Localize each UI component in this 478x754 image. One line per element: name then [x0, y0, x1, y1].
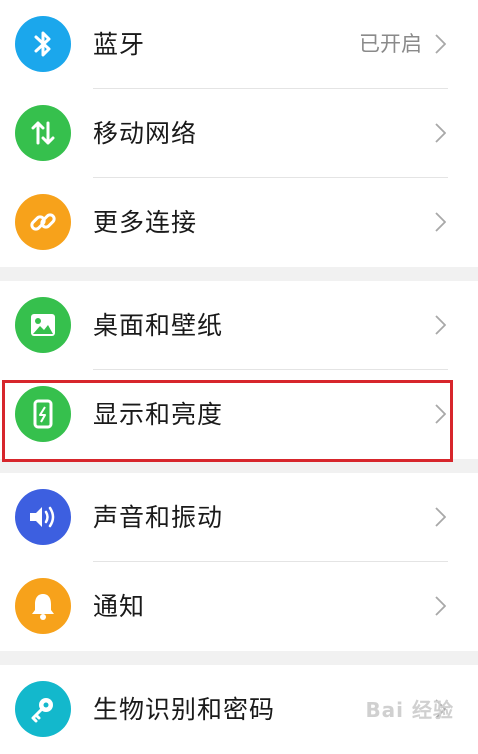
settings-item-label: 桌面和壁纸	[93, 311, 224, 340]
settings-item-wallpaper[interactable]: 桌面和壁纸	[0, 281, 478, 370]
settings-item-sound-vibration[interactable]: 声音和振动	[0, 473, 478, 562]
group-spacer	[0, 459, 478, 473]
settings-item-label: 通知	[93, 592, 146, 621]
group-spacer	[0, 267, 478, 281]
settings-item-more-connections[interactable]: 更多连接	[0, 178, 478, 267]
settings-item-notifications[interactable]: 通知	[0, 562, 478, 651]
settings-group-display: 桌面和壁纸 显示和亮度	[0, 281, 478, 459]
chevron-right-icon	[435, 123, 446, 143]
display-icon	[15, 386, 71, 442]
settings-group-sound: 声音和振动 通知	[0, 473, 478, 651]
watermark: Bai 经验	[365, 698, 454, 722]
mobile-data-icon	[15, 105, 71, 161]
settings-item-label: 移动网络	[93, 119, 198, 148]
chevron-right-icon	[435, 212, 446, 232]
settings-item-label: 生物识别和密码	[93, 695, 276, 724]
chevron-right-icon	[435, 404, 446, 424]
chevron-right-icon	[435, 596, 446, 616]
settings-item-label: 更多连接	[93, 208, 198, 237]
key-icon	[15, 681, 71, 737]
settings-item-bluetooth[interactable]: 蓝牙 已开启	[0, 0, 478, 89]
wallpaper-icon	[15, 297, 71, 353]
settings-item-label: 声音和振动	[93, 503, 224, 532]
link-icon	[15, 194, 71, 250]
group-spacer	[0, 651, 478, 665]
settings-item-label: 显示和亮度	[93, 400, 224, 429]
bluetooth-icon	[15, 16, 71, 72]
settings-item-label: 蓝牙	[93, 30, 146, 59]
bell-icon	[15, 578, 71, 634]
chevron-right-icon	[435, 507, 446, 527]
sound-icon	[15, 489, 71, 545]
settings-group-connectivity: 蓝牙 已开启 移动网络 更多连接	[0, 0, 478, 267]
chevron-right-icon	[435, 34, 446, 54]
bluetooth-status: 已开启	[359, 32, 422, 56]
settings-item-display-brightness[interactable]: 显示和亮度	[0, 370, 478, 459]
chevron-right-icon	[435, 315, 446, 335]
settings-item-mobile-network[interactable]: 移动网络	[0, 89, 478, 178]
